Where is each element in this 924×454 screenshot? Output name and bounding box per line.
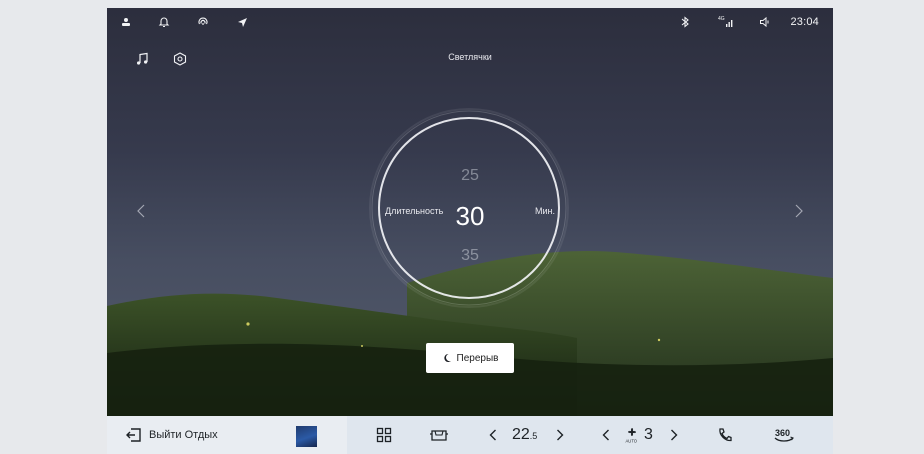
clock: 23:04	[790, 16, 819, 28]
fan-display: AUTO 3	[624, 416, 653, 454]
duration-option-prev[interactable]: 25	[107, 167, 833, 185]
temperature-decimal: .5	[529, 431, 538, 441]
bell-icon[interactable]	[157, 15, 171, 29]
seat-button[interactable]	[429, 416, 449, 454]
camera-360-button[interactable]: 360	[773, 416, 795, 454]
navigation-arrow-icon[interactable]	[235, 15, 249, 29]
fan-mode-label: AUTO	[626, 439, 638, 444]
status-bar: 4G 23:04	[107, 8, 833, 36]
moon-icon	[443, 353, 451, 362]
phone-button[interactable]	[717, 416, 733, 454]
hotspot-icon[interactable]	[196, 15, 210, 29]
fan-decrease-button[interactable]	[602, 416, 610, 454]
exit-icon	[126, 428, 141, 442]
signal-icon: 4G	[717, 15, 735, 29]
apps-grid-icon	[376, 427, 392, 443]
media-thumbnail[interactable]	[296, 426, 317, 447]
chevron-right-icon	[671, 429, 678, 441]
break-button[interactable]: Перерыв	[426, 343, 514, 373]
relax-screen: 4G 23:04 Светлячки Длительность Мин. 25 …	[107, 8, 833, 416]
scene-title: Светлячки	[448, 52, 492, 62]
break-button-label: Перерыв	[456, 352, 499, 364]
exit-label: Выйти Отдых	[149, 429, 218, 441]
duration-current-value: 30	[455, 201, 485, 231]
camera-360-icon: 360	[774, 428, 794, 442]
fan-auto-icon: AUTO	[626, 428, 638, 444]
device-frame: 4G 23:04 Светлячки Длительность Мин. 25 …	[0, 0, 924, 454]
phone-icon	[719, 428, 732, 442]
chevron-right-icon	[557, 429, 564, 441]
temperature-value: 22	[512, 426, 530, 443]
chevron-left-icon	[602, 429, 609, 441]
duration-option-next[interactable]: 35	[107, 247, 833, 265]
bluetooth-icon[interactable]	[678, 15, 692, 29]
person-icon[interactable]	[119, 15, 133, 29]
temperature-decrease-button[interactable]	[489, 416, 497, 454]
car-seat-icon	[430, 430, 448, 441]
camera-360-label: 360	[775, 428, 790, 438]
bottom-dock: Выйти Отдых 22.5 AUTO 3 360	[107, 416, 833, 454]
chevron-left-icon	[489, 429, 496, 441]
apps-grid-button[interactable]	[376, 416, 392, 454]
fan-increase-button[interactable]	[670, 416, 678, 454]
volume-icon[interactable]	[758, 15, 772, 29]
network-type: 4G	[718, 16, 725, 22]
exit-relax-button[interactable]: Выйти Отдых	[125, 416, 218, 454]
fan-level-value: 3	[644, 426, 653, 443]
temperature-increase-button[interactable]	[556, 416, 564, 454]
temperature-display: 22.5	[512, 416, 537, 454]
